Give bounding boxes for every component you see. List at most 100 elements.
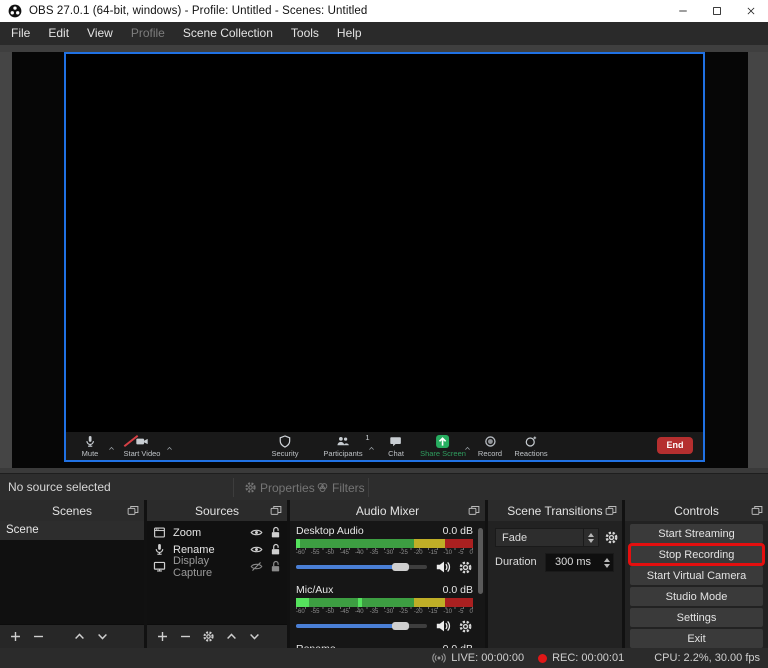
studio-mode-button[interactable]: Studio Mode xyxy=(630,587,763,606)
volume-slider[interactable] xyxy=(296,622,427,630)
menubar-bottom-strip xyxy=(0,45,768,52)
maximize-button[interactable] xyxy=(700,0,734,22)
lock-open-icon[interactable] xyxy=(269,526,282,539)
move-source-down-button[interactable] xyxy=(247,629,262,644)
transition-gear-icon[interactable] xyxy=(604,530,619,545)
zoom-end-button[interactable]: End xyxy=(657,437,693,454)
volume-meter xyxy=(296,598,473,607)
sources-panel: Sources Zoom Rename Display Capture xyxy=(147,500,287,648)
menu-view[interactable]: View xyxy=(78,22,122,45)
preview-area: Mute Start Video Security 1 Participants… xyxy=(0,52,768,473)
dock-icon[interactable] xyxy=(751,504,763,516)
start-streaming-button[interactable]: Start Streaming xyxy=(630,524,763,543)
mixer-mic-aux: Mic/Aux 0.0 dB -60 -55 -50 -45 -40 -35 -30 -25-… xyxy=(296,584,473,634)
scenes-toolbar xyxy=(0,624,144,648)
minimize-button[interactable] xyxy=(666,0,700,22)
eye-icon[interactable] xyxy=(250,526,263,539)
chevron-up-icon[interactable] xyxy=(464,439,471,457)
duration-spinner[interactable] xyxy=(600,554,613,571)
menu-tools[interactable]: Tools xyxy=(282,22,328,45)
zoom-reactions-button[interactable]: Reactions xyxy=(514,435,548,458)
lock-open-icon[interactable] xyxy=(269,560,282,573)
volume-slider[interactable] xyxy=(296,563,427,571)
dock-icon[interactable] xyxy=(270,504,282,516)
mixer-desktop-audio: Desktop Audio 0.0 dB -60 -55 -50 -45 -40 -35-… xyxy=(296,525,473,575)
preview-right-edge xyxy=(748,52,768,473)
move-scene-up-button[interactable] xyxy=(72,629,87,644)
scene-transitions-panel: Scene Transitions Fade Duration 300 ms xyxy=(488,500,622,648)
stop-recording-button[interactable]: Stop Recording xyxy=(628,543,765,566)
participants-icon: 1 xyxy=(323,433,370,448)
menu-scene-collection[interactable]: Scene Collection xyxy=(174,22,282,45)
menu-profile[interactable]: Profile xyxy=(122,22,174,45)
audio-mixer-header[interactable]: Audio Mixer xyxy=(290,500,485,521)
scene-transitions-header[interactable]: Scene Transitions xyxy=(488,500,622,521)
broadcast-icon xyxy=(432,651,446,665)
dock-icon[interactable] xyxy=(127,504,139,516)
monitor-icon xyxy=(153,560,166,573)
properties-button[interactable]: Properties xyxy=(244,474,315,501)
remove-scene-button[interactable] xyxy=(31,629,46,644)
gear-icon[interactable] xyxy=(458,619,473,634)
speaker-icon[interactable] xyxy=(435,618,451,634)
statusbar: LIVE: 00:00:00 REC: 00:00:01 CPU: 2.2%, … xyxy=(0,648,768,668)
audio-mixer-panel: Audio Mixer Desktop Audio 0.0 dB -60 -55-… xyxy=(290,500,485,648)
eye-icon[interactable] xyxy=(250,543,263,556)
chat-icon xyxy=(388,435,404,448)
cpu-fps-stats: CPU: 2.2%, 30.00 fps xyxy=(654,652,760,664)
mic-icon xyxy=(153,543,166,556)
close-button[interactable] xyxy=(734,0,768,22)
source-properties-button[interactable] xyxy=(201,629,216,644)
move-source-up-button[interactable] xyxy=(224,629,239,644)
source-row-display-capture[interactable]: Display Capture xyxy=(147,555,287,579)
mixer-scrollbar[interactable] xyxy=(478,528,483,594)
shield-icon xyxy=(271,435,298,448)
chevron-up-icon[interactable] xyxy=(166,439,173,457)
source-toolbar: No source selected Properties Filters xyxy=(0,473,768,500)
duration-spinbox[interactable]: 300 ms xyxy=(545,553,614,572)
speaker-icon[interactable] xyxy=(435,559,451,575)
zoom-record-button[interactable]: Record xyxy=(478,435,502,458)
add-source-button[interactable] xyxy=(155,629,170,644)
zoom-participants-button[interactable]: 1 Participants xyxy=(323,433,370,458)
zoom-share-screen-button[interactable]: Share Screen xyxy=(420,435,466,458)
move-scene-down-button[interactable] xyxy=(95,629,110,644)
eye-off-icon[interactable] xyxy=(250,560,263,573)
menu-edit[interactable]: Edit xyxy=(39,22,78,45)
sources-list: Zoom Rename Display Capture xyxy=(147,521,287,624)
rec-time: REC: 00:00:01 xyxy=(552,652,625,664)
chevron-up-icon[interactable] xyxy=(108,439,115,457)
dock-icon[interactable] xyxy=(605,504,617,516)
window-title: OBS 27.0.1 (64-bit, windows) - Profile: … xyxy=(29,5,368,17)
scene-item-selected[interactable]: Scene xyxy=(0,521,144,540)
volume-meter xyxy=(296,539,473,548)
reactions-icon xyxy=(514,435,547,448)
menu-file[interactable]: File xyxy=(2,22,39,45)
start-virtual-camera-button[interactable]: Start Virtual Camera xyxy=(630,566,763,585)
controls-header[interactable]: Controls xyxy=(625,500,768,521)
zoom-chat-button[interactable]: Chat xyxy=(388,435,404,458)
add-scene-button[interactable] xyxy=(8,629,23,644)
remove-source-button[interactable] xyxy=(178,629,193,644)
settings-button[interactable]: Settings xyxy=(630,608,763,627)
zoom-meeting-toolbar: Mute Start Video Security 1 Participants… xyxy=(66,432,703,460)
transition-select[interactable]: Fade xyxy=(495,528,599,547)
sources-header[interactable]: Sources xyxy=(147,500,287,521)
program-canvas[interactable]: Mute Start Video Security 1 Participants… xyxy=(64,52,705,462)
source-status-text: No source selected xyxy=(8,480,111,494)
combo-spinner[interactable] xyxy=(583,529,598,546)
zoom-mute-button[interactable]: Mute xyxy=(82,435,98,458)
exit-button[interactable]: Exit xyxy=(630,629,763,648)
titlebar: OBS 27.0.1 (64-bit, windows) - Profile: … xyxy=(0,0,768,22)
menu-help[interactable]: Help xyxy=(328,22,371,45)
scenes-header[interactable]: Scenes xyxy=(0,500,144,521)
lock-open-icon[interactable] xyxy=(269,543,282,556)
source-row-zoom[interactable]: Zoom xyxy=(147,524,287,541)
dock-icon[interactable] xyxy=(468,504,480,516)
zoom-start-video-button[interactable]: Start Video xyxy=(124,434,160,458)
gear-icon xyxy=(244,481,257,494)
zoom-security-button[interactable]: Security xyxy=(271,435,299,458)
chevron-up-icon[interactable] xyxy=(368,439,375,457)
gear-icon[interactable] xyxy=(458,560,473,575)
filters-button[interactable]: Filters xyxy=(316,474,365,501)
